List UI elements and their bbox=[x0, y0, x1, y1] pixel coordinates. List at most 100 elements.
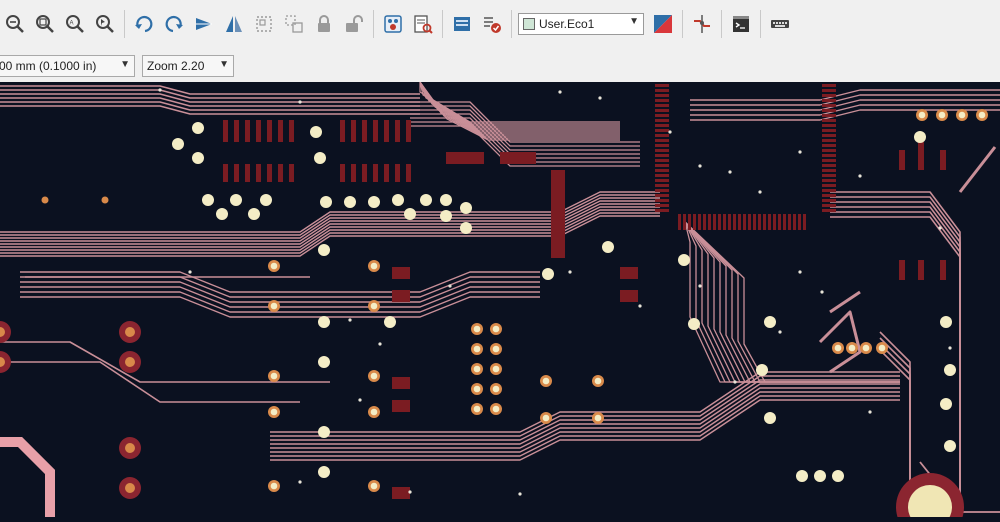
smd-pad bbox=[256, 164, 261, 182]
smd-pad bbox=[245, 120, 250, 142]
interactive-router-icon[interactable] bbox=[689, 11, 715, 37]
smd-pad bbox=[655, 149, 669, 152]
zoom-fit-icon[interactable] bbox=[32, 11, 58, 37]
via-hole bbox=[492, 345, 500, 353]
zoom-out-icon[interactable] bbox=[2, 11, 28, 37]
smd-pad bbox=[384, 120, 389, 142]
unlock-icon[interactable] bbox=[341, 11, 367, 37]
smd-pad bbox=[392, 377, 410, 389]
zoom-selection-icon[interactable] bbox=[92, 11, 118, 37]
smd-pad bbox=[655, 204, 669, 207]
smd-pad bbox=[655, 154, 669, 157]
smd-pad bbox=[918, 142, 924, 170]
smd-pad bbox=[620, 267, 638, 279]
micro-via bbox=[868, 410, 872, 414]
through-hole-pad bbox=[318, 466, 330, 478]
grid-size-value: 00 mm (0.1000 in) bbox=[0, 59, 97, 73]
smd-pad bbox=[793, 214, 796, 230]
smd-pad bbox=[392, 290, 410, 302]
pad-properties-icon[interactable] bbox=[380, 11, 406, 37]
smd-pad bbox=[822, 159, 836, 162]
scripting-console-icon[interactable] bbox=[728, 11, 754, 37]
rotate-ccw-icon[interactable] bbox=[131, 11, 157, 37]
through-hole-pad bbox=[318, 426, 330, 438]
micro-via bbox=[948, 346, 952, 350]
through-hole-pad bbox=[192, 122, 204, 134]
smd-pad bbox=[278, 164, 283, 182]
through-hole-pad bbox=[192, 152, 204, 164]
smd-pad bbox=[768, 214, 771, 230]
toolbar-separator bbox=[442, 10, 443, 38]
footprint-browser-icon[interactable] bbox=[410, 11, 436, 37]
pcb-trace bbox=[818, 310, 862, 374]
rotate-cw-icon[interactable] bbox=[161, 11, 187, 37]
smd-pad bbox=[373, 164, 378, 182]
drc-icon[interactable] bbox=[479, 11, 505, 37]
through-hole-pad bbox=[314, 152, 326, 164]
through-hole-pad bbox=[796, 470, 808, 482]
toolbar-separator bbox=[124, 10, 125, 38]
smd-pad bbox=[822, 144, 836, 147]
smd-pad bbox=[753, 214, 756, 230]
keyboard-icon[interactable] bbox=[767, 11, 793, 37]
through-hole-pad bbox=[764, 316, 776, 328]
via-hole bbox=[270, 482, 278, 490]
via-hole bbox=[848, 344, 856, 352]
micro-via bbox=[638, 304, 642, 308]
smd-pad bbox=[678, 214, 681, 230]
pcb-trace bbox=[270, 399, 900, 461]
smd-pad bbox=[655, 134, 669, 137]
smd-pad bbox=[822, 169, 836, 172]
smd-pad bbox=[655, 124, 669, 127]
group-icon[interactable] bbox=[251, 11, 277, 37]
smd-pad bbox=[688, 214, 691, 230]
mirror-horizontal-icon[interactable] bbox=[191, 11, 217, 37]
through-hole-pad bbox=[678, 254, 690, 266]
smd-pad bbox=[743, 214, 746, 230]
pcb-trace bbox=[830, 191, 961, 517]
smd-pad bbox=[822, 84, 836, 87]
micro-via bbox=[558, 90, 562, 94]
smd-pad bbox=[655, 99, 669, 102]
ungroup-icon[interactable] bbox=[281, 11, 307, 37]
layer-select[interactable]: User.Eco1 ▼ bbox=[518, 13, 644, 35]
smd-pad bbox=[223, 164, 228, 182]
via-hole bbox=[938, 111, 946, 119]
pcb-trace bbox=[684, 221, 900, 383]
smd-pad bbox=[822, 99, 836, 102]
mirror-vertical-icon[interactable] bbox=[221, 11, 247, 37]
pcb-board-drawing[interactable] bbox=[0, 81, 1000, 522]
pcb-trace bbox=[829, 290, 861, 314]
smd-pad bbox=[234, 120, 239, 142]
via-hole bbox=[270, 262, 278, 270]
smd-pad bbox=[718, 214, 721, 230]
via-hole bbox=[542, 377, 550, 385]
pcb-canvas[interactable] bbox=[0, 81, 1000, 522]
lock-icon[interactable] bbox=[311, 11, 337, 37]
via-hole bbox=[473, 385, 481, 393]
smd-pad bbox=[728, 214, 731, 230]
smd-pad bbox=[940, 260, 946, 280]
via-hole bbox=[594, 414, 602, 422]
micro-via bbox=[798, 270, 802, 274]
smd-pad bbox=[733, 214, 736, 230]
via-hole bbox=[370, 408, 378, 416]
micro-via bbox=[668, 130, 672, 134]
grid-size-select[interactable]: 00 mm (0.1000 in) ▼ bbox=[0, 55, 135, 77]
smd-pad bbox=[822, 119, 836, 122]
smd-pad bbox=[798, 214, 801, 230]
layer-pair-icon[interactable] bbox=[650, 11, 676, 37]
through-hole-pad bbox=[940, 398, 952, 410]
small-via bbox=[41, 196, 49, 204]
through-hole-pad bbox=[230, 194, 242, 206]
via-hole bbox=[918, 111, 926, 119]
micro-via bbox=[733, 380, 737, 384]
smd-pad bbox=[738, 214, 741, 230]
smd-pad bbox=[822, 89, 836, 92]
netlist-icon[interactable] bbox=[449, 11, 475, 37]
via-hole bbox=[492, 365, 500, 373]
smd-pad bbox=[778, 214, 781, 230]
zoom-select[interactable]: Zoom 2.20 ▼ bbox=[142, 55, 234, 77]
smd-pad bbox=[362, 120, 367, 142]
zoom-auto-icon[interactable]: A bbox=[62, 11, 88, 37]
